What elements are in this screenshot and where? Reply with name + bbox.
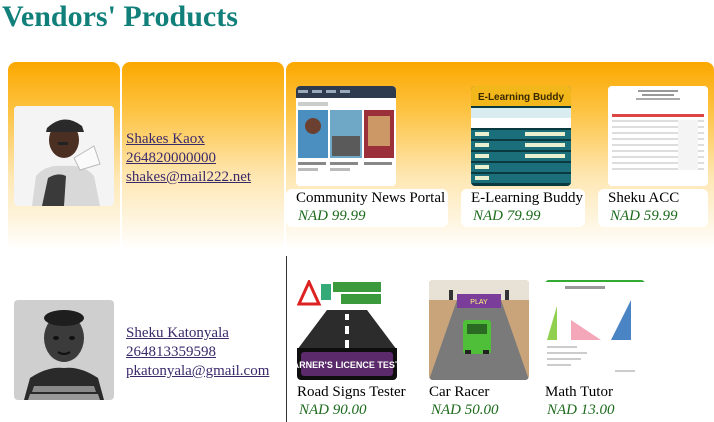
product-thumbnail[interactable]: PLAY xyxy=(429,280,529,380)
product-price: NAD 59.99 xyxy=(610,208,678,224)
product-thumbnail[interactable]: LEARNER'S LICENCE TESTER xyxy=(297,280,397,380)
vendor-avatar xyxy=(14,300,114,400)
vendor-contact: Sheku Katonyala 264813359598 pkatonyala@… xyxy=(126,324,269,381)
vendor-name-link[interactable]: Shakes Kaox xyxy=(126,130,251,149)
elearning-banner-text: E-Learning Buddy xyxy=(478,92,565,103)
vendor-photo-cell xyxy=(8,256,120,422)
page-title: Vendors' Products xyxy=(2,0,238,33)
vendor-name-link[interactable]: Sheku Katonyala xyxy=(126,324,269,343)
product-name[interactable]: E-Learning Buddy xyxy=(471,189,585,207)
product-thumbnail[interactable] xyxy=(608,86,708,186)
product-name[interactable]: Car Racer xyxy=(429,383,529,401)
product-name[interactable]: Sheku ACC xyxy=(608,189,708,207)
product-label: Sheku ACC NAD 59.99 xyxy=(598,189,708,227)
product-card[interactable]: LEARNER'S LICENCE TESTER Road Signs Test… xyxy=(287,280,406,419)
product-price: NAD 13.00 xyxy=(547,402,615,418)
product-name[interactable]: Road Signs Tester xyxy=(297,383,406,401)
vendor-products-cell: LEARNER'S LICENCE TESTER Road Signs Test… xyxy=(286,256,714,422)
vendor-row: Sheku Katonyala 264813359598 pkatonyala@… xyxy=(0,256,714,422)
vendor-phone-link[interactable]: 264820000000 xyxy=(126,149,251,168)
product-label: Community News Portal NAD 99.99 xyxy=(286,189,448,227)
product-card[interactable]: Math Tutor NAD 13.00 xyxy=(535,280,645,419)
product-price: NAD 99.99 xyxy=(298,208,366,224)
product-price: NAD 50.00 xyxy=(431,402,499,418)
product-card[interactable]: Community News Portal NAD 99.99 xyxy=(286,86,448,227)
road-signs-banner-text: LEARNER'S LICENCE TESTER xyxy=(297,360,397,370)
product-price: NAD 79.99 xyxy=(473,208,541,224)
product-card[interactable]: Sheku ACC NAD 59.99 xyxy=(598,86,708,227)
product-thumbnail[interactable] xyxy=(545,280,645,380)
product-name[interactable]: Community News Portal xyxy=(296,189,448,207)
product-thumbnail[interactable]: E-Learning Buddy xyxy=(471,86,571,186)
product-card[interactable]: PLAY Car Racer NAD 50.00 xyxy=(419,280,529,419)
vendor-phone-link[interactable]: 264813359598 xyxy=(126,343,269,362)
vendor-products-cell: Community News Portal NAD 99.99 E-Learni… xyxy=(286,62,714,250)
product-thumbnail[interactable] xyxy=(296,86,396,186)
product-label: E-Learning Buddy NAD 79.99 xyxy=(461,189,585,227)
car-racer-sign-text: PLAY xyxy=(470,299,488,306)
vendor-info-cell: Sheku Katonyala 264813359598 pkatonyala@… xyxy=(122,256,284,422)
vendor-email-link[interactable]: pkatonyala@gmail.com xyxy=(126,362,269,381)
vendor-email-link[interactable]: shakes@mail222.net xyxy=(126,168,251,187)
vendor-contact: Shakes Kaox 264820000000 shakes@mail222.… xyxy=(126,130,251,187)
vendor-photo-cell xyxy=(8,62,120,250)
product-name[interactable]: Math Tutor xyxy=(545,383,645,401)
product-price: NAD 90.00 xyxy=(299,402,367,418)
vendor-info-cell: Shakes Kaox 264820000000 shakes@mail222.… xyxy=(122,62,284,250)
product-card[interactable]: E-Learning Buddy E-Learning Buddy NAD 79… xyxy=(461,86,585,227)
vendor-avatar xyxy=(14,106,114,206)
vendor-row: Shakes Kaox 264820000000 shakes@mail222.… xyxy=(0,62,714,250)
